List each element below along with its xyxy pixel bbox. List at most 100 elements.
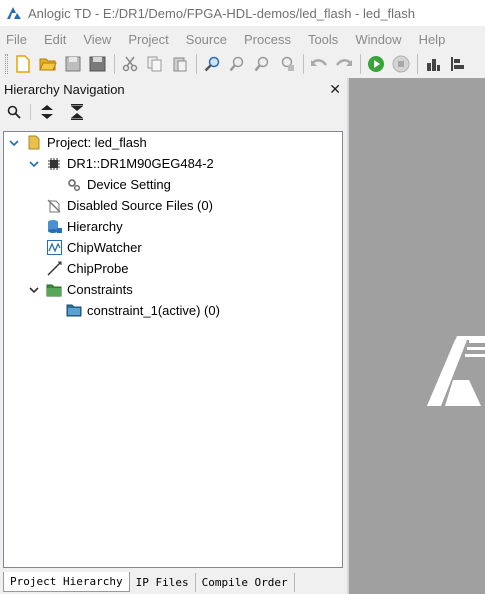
constraint-file-icon bbox=[66, 303, 82, 319]
find-prev-button[interactable] bbox=[226, 53, 248, 75]
expand-all-icon bbox=[41, 105, 53, 119]
hierarchy-icon bbox=[46, 219, 62, 235]
save-all-icon bbox=[89, 56, 106, 72]
new-file-icon bbox=[16, 55, 30, 73]
tree-label: Project: led_flash bbox=[47, 135, 147, 150]
paste-button[interactable] bbox=[169, 53, 191, 75]
close-panel-button[interactable]: ✕ bbox=[329, 82, 341, 96]
search-button[interactable] bbox=[4, 102, 24, 122]
redo-button[interactable] bbox=[333, 53, 355, 75]
main-toolbar bbox=[0, 50, 485, 78]
expand-all-button[interactable] bbox=[37, 102, 57, 122]
run-button[interactable] bbox=[365, 53, 387, 75]
tree-item-constraint-file[interactable]: constraint_1(active) (0) bbox=[66, 300, 220, 321]
cut-icon bbox=[122, 56, 138, 72]
title-bar: Anlogic TD - E:/DR1/Demo/FPGA-HDL-demos/… bbox=[0, 0, 485, 26]
menu-help[interactable]: Help bbox=[412, 32, 446, 47]
settings-gear-icon bbox=[66, 177, 82, 193]
menu-process[interactable]: Process bbox=[237, 32, 291, 47]
find-button[interactable] bbox=[201, 53, 223, 75]
toolbar-grip[interactable] bbox=[5, 54, 8, 74]
folder-green-icon bbox=[46, 282, 62, 298]
menu-view[interactable]: View bbox=[76, 32, 111, 47]
tree-label: Constraints bbox=[67, 282, 133, 297]
anlogic-watermark-logo bbox=[427, 336, 485, 406]
hierarchy-tree: Project: led_flash DR1::DR1M90GEG484-2 D… bbox=[3, 131, 343, 568]
toolbar-separator bbox=[196, 54, 197, 74]
tree-item-device-setting[interactable]: Device Setting bbox=[66, 174, 171, 195]
collapse-all-button[interactable] bbox=[67, 102, 87, 122]
menu-file[interactable]: File bbox=[0, 32, 27, 47]
stop-button[interactable] bbox=[390, 53, 412, 75]
menu-edit[interactable]: Edit bbox=[37, 32, 66, 47]
arrow-spacer bbox=[27, 262, 41, 276]
search-icon bbox=[7, 105, 21, 119]
tab-project-hierarchy[interactable]: Project Hierarchy bbox=[3, 572, 130, 592]
open-file-button[interactable] bbox=[37, 53, 59, 75]
find-next-icon bbox=[254, 56, 269, 72]
tree-item-disabled-sources[interactable]: Disabled Source Files (0) bbox=[27, 195, 213, 216]
tree-item-constraints[interactable]: Constraints bbox=[27, 279, 133, 300]
menu-project[interactable]: Project bbox=[121, 32, 168, 47]
tree-item-project[interactable]: Project: led_flash bbox=[7, 132, 147, 153]
bar-chart-icon bbox=[427, 59, 440, 71]
tree-item-device[interactable]: DR1::DR1M90GEG484-2 bbox=[27, 153, 214, 174]
stop-icon bbox=[392, 55, 410, 73]
toolbar-separator bbox=[114, 54, 115, 74]
expand-arrow[interactable] bbox=[7, 136, 21, 150]
align-button[interactable] bbox=[447, 53, 469, 75]
chevron-down-icon bbox=[29, 160, 39, 167]
bar-chart-button[interactable] bbox=[422, 53, 444, 75]
panel-header: Hierarchy Navigation ✕ bbox=[0, 79, 347, 99]
replace-icon bbox=[281, 56, 294, 71]
tree-label: ChipWatcher bbox=[67, 240, 142, 255]
undo-icon bbox=[310, 59, 328, 66]
arrow-spacer bbox=[27, 220, 41, 234]
toolbar-separator bbox=[303, 54, 304, 74]
menu-tools[interactable]: Tools bbox=[301, 32, 338, 47]
tree-item-chipwatcher[interactable]: ChipWatcher bbox=[27, 237, 142, 258]
tree-label: Device Setting bbox=[87, 177, 171, 192]
toolbar-separator bbox=[360, 54, 361, 74]
replace-button[interactable] bbox=[276, 53, 298, 75]
tab-compile-order[interactable]: Compile Order bbox=[196, 573, 295, 592]
chevron-down-icon bbox=[29, 286, 39, 293]
tree-item-hierarchy[interactable]: Hierarchy bbox=[27, 216, 123, 237]
undo-button[interactable] bbox=[308, 53, 330, 75]
arrow-spacer bbox=[27, 199, 41, 213]
toolbar-separator bbox=[417, 54, 418, 74]
save-all-button[interactable] bbox=[87, 53, 109, 75]
copy-icon bbox=[147, 56, 162, 72]
tree-label: constraint_1(active) (0) bbox=[87, 303, 220, 318]
menu-bar: File Edit View Project Source Process To… bbox=[0, 28, 485, 50]
find-next-button[interactable] bbox=[251, 53, 273, 75]
anlogic-logo-icon bbox=[7, 7, 21, 19]
paste-icon bbox=[173, 57, 187, 72]
panel-tabs: Project Hierarchy IP Files Compile Order bbox=[3, 572, 295, 592]
probe-icon bbox=[46, 261, 62, 277]
arrow-spacer bbox=[27, 241, 41, 255]
run-icon bbox=[368, 56, 384, 72]
expand-arrow[interactable] bbox=[27, 157, 41, 171]
new-file-button[interactable] bbox=[12, 53, 34, 75]
find-previous-icon bbox=[229, 56, 244, 72]
save-icon bbox=[65, 56, 81, 72]
open-folder-icon bbox=[39, 58, 57, 71]
tree-label: Hierarchy bbox=[67, 219, 123, 234]
hierarchy-navigation-panel: Hierarchy Navigation ✕ Project: led_flas… bbox=[0, 79, 347, 594]
menu-window[interactable]: Window bbox=[348, 32, 401, 47]
cut-button[interactable] bbox=[119, 53, 141, 75]
tree-item-chipprobe[interactable]: ChipProbe bbox=[27, 258, 128, 279]
find-icon bbox=[204, 56, 220, 72]
expand-arrow[interactable] bbox=[27, 283, 41, 297]
save-button[interactable] bbox=[62, 53, 84, 75]
tab-ip-files[interactable]: IP Files bbox=[130, 573, 196, 592]
copy-button[interactable] bbox=[144, 53, 166, 75]
menu-source[interactable]: Source bbox=[179, 32, 227, 47]
waveform-icon bbox=[46, 240, 62, 256]
panel-toolbar bbox=[0, 99, 347, 125]
panel-toolbar-separator bbox=[30, 104, 31, 120]
collapse-all-icon bbox=[71, 104, 83, 120]
redo-icon bbox=[335, 59, 353, 66]
chevron-down-icon bbox=[9, 139, 19, 146]
